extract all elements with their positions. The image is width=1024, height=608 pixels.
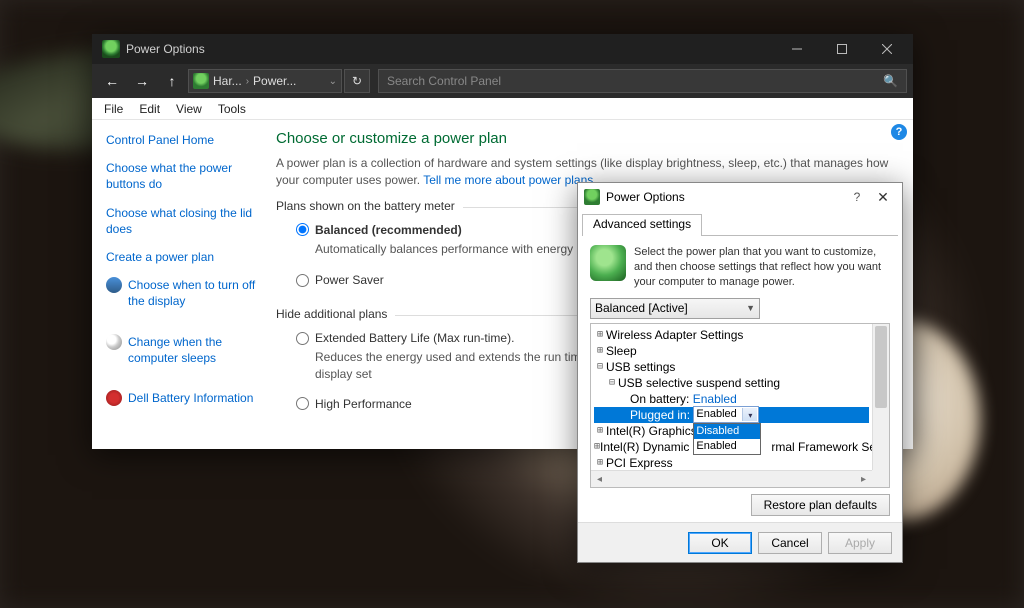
plan-radio-extended[interactable] xyxy=(296,332,309,345)
hide-additional-label[interactable]: Hide additional plans xyxy=(276,307,395,321)
cancel-button[interactable]: Cancel xyxy=(758,532,822,554)
on-battery-value[interactable]: Enabled xyxy=(693,392,737,406)
plan-select-value: Balanced [Active] xyxy=(595,301,688,315)
chevron-right-icon: › xyxy=(246,76,249,87)
dialog-tabs: Advanced settings xyxy=(578,211,902,235)
expand-icon[interactable]: ⊞ xyxy=(594,329,606,340)
search-field[interactable]: Search Control Panel 🔍 xyxy=(378,69,907,93)
menu-bar: File Edit View Tools xyxy=(92,98,913,120)
advanced-settings-dialog: Power Options ? ✕ Advanced settings Sele… xyxy=(577,182,903,563)
sidebar-link[interactable]: Create a power plan xyxy=(106,249,264,265)
scroll-left-icon[interactable]: ◂ xyxy=(591,471,608,488)
tree-item-usb[interactable]: USB settings xyxy=(606,360,675,374)
plan-name: Extended Battery Life (Max run-time). xyxy=(315,331,514,345)
restore-defaults-button[interactable]: Restore plan defaults xyxy=(751,494,890,516)
plan-radio-high-perf[interactable] xyxy=(296,397,309,410)
combo-option-disabled[interactable]: Disabled xyxy=(694,424,760,439)
dialog-button-row: OK Cancel Apply xyxy=(578,522,902,562)
plan-name: Balanced (recommended) xyxy=(315,223,462,237)
expand-icon[interactable]: ⊞ xyxy=(594,345,606,356)
combobox-dropdown: Disabled Enabled xyxy=(693,423,761,455)
nav-toolbar: ← → ↑ Har... › Power... ⌄ ↻ Search Contr… xyxy=(92,64,913,98)
dialog-intro: Select the power plan that you want to c… xyxy=(634,245,890,290)
collapse-icon[interactable]: ⊟ xyxy=(606,377,618,388)
plan-radio-balanced[interactable] xyxy=(296,223,309,236)
collapse-icon[interactable]: ⊟ xyxy=(594,361,606,372)
tree-item-usb-suspend[interactable]: USB selective suspend setting xyxy=(618,376,780,390)
refresh-button[interactable]: ↻ xyxy=(344,69,370,93)
breadcrumb-seg[interactable]: Power... xyxy=(253,74,296,88)
tree-item-wireless[interactable]: Wireless Adapter Settings xyxy=(606,328,743,342)
menu-edit[interactable]: Edit xyxy=(131,100,168,118)
titlebar[interactable]: Power Options xyxy=(92,34,913,64)
page-heading: Choose or customize a power plan xyxy=(276,130,893,147)
plans-group-label: Plans shown on the battery meter xyxy=(276,199,463,213)
tree-item-sleep[interactable]: Sleep xyxy=(606,344,637,358)
tree-item-pci-express[interactable]: PCI Express xyxy=(606,456,673,470)
plugged-in-value: Enabled xyxy=(696,408,736,420)
scroll-corner xyxy=(872,470,889,487)
on-battery-label: On battery: xyxy=(630,392,689,406)
learn-more-link[interactable]: Tell me more about power plans xyxy=(423,173,593,187)
plan-radio-power-saver[interactable] xyxy=(296,274,309,287)
power-options-icon xyxy=(584,189,600,205)
search-placeholder: Search Control Panel xyxy=(387,74,501,88)
sidebar-link-dell-battery[interactable]: Dell Battery Information xyxy=(128,390,253,406)
dialog-titlebar[interactable]: Power Options ? ✕ xyxy=(578,183,902,211)
maximize-button[interactable] xyxy=(819,34,864,64)
back-button[interactable]: ← xyxy=(98,73,126,89)
battery-icon xyxy=(590,245,626,281)
tab-advanced-settings[interactable]: Advanced settings xyxy=(582,214,702,236)
dialog-body: Select the power plan that you want to c… xyxy=(578,237,902,522)
expand-icon[interactable]: ⊞ xyxy=(594,425,606,436)
dialog-title: Power Options xyxy=(606,190,685,204)
search-icon: 🔍 xyxy=(883,74,898,88)
horizontal-scrollbar[interactable]: ◂▸ xyxy=(591,470,872,487)
help-icon[interactable]: ? xyxy=(891,124,907,140)
power-options-icon xyxy=(102,40,120,58)
monitor-icon xyxy=(106,277,122,293)
plugged-in-combobox[interactable]: Enabled Disabled Enabled xyxy=(693,406,759,423)
close-button[interactable] xyxy=(864,34,909,64)
settings-tree[interactable]: ⊞Wireless Adapter Settings ⊞Sleep ⊟USB s… xyxy=(590,323,890,488)
sidebar-link[interactable]: Choose what the power buttons do xyxy=(106,160,264,192)
menu-view[interactable]: View xyxy=(168,100,210,118)
combo-option-enabled[interactable]: Enabled xyxy=(694,439,760,454)
sidebar-link[interactable]: Choose what closing the lid does xyxy=(106,205,264,237)
expand-icon[interactable]: ⊞ xyxy=(594,457,606,468)
sidebar: Control Panel Home Choose what the power… xyxy=(92,120,264,449)
plan-select-dropdown[interactable]: Balanced [Active] ▼ xyxy=(590,298,760,319)
breadcrumb-seg[interactable]: Har... xyxy=(213,74,242,88)
chevron-down-icon[interactable] xyxy=(742,408,757,421)
minimize-button[interactable] xyxy=(774,34,819,64)
address-bar[interactable]: Har... › Power... ⌄ xyxy=(188,69,342,93)
apply-button[interactable]: Apply xyxy=(828,532,892,554)
chevron-down-icon: ▼ xyxy=(746,303,755,313)
control-panel-icon xyxy=(193,73,209,89)
plan-name: Power Saver xyxy=(315,273,384,287)
up-button[interactable]: ↑ xyxy=(158,73,186,89)
plugged-in-label: Plugged in: xyxy=(630,408,690,422)
vertical-scrollbar[interactable] xyxy=(872,324,889,470)
help-button[interactable]: ? xyxy=(844,190,870,204)
close-button[interactable]: ✕ xyxy=(870,189,896,206)
ok-button[interactable]: OK xyxy=(688,532,752,554)
sidebar-link-display-off[interactable]: Choose when to turn off the display xyxy=(128,277,264,309)
moon-icon xyxy=(106,334,122,350)
dell-icon xyxy=(106,390,122,406)
forward-button[interactable]: → xyxy=(128,73,156,89)
chevron-down-icon[interactable]: ⌄ xyxy=(329,76,337,87)
plan-name: High Performance xyxy=(315,397,412,411)
control-panel-home-link[interactable]: Control Panel Home xyxy=(106,132,264,148)
scroll-right-icon[interactable]: ▸ xyxy=(855,471,872,488)
menu-file[interactable]: File xyxy=(96,100,131,118)
sidebar-link-sleep[interactable]: Change when the computer sleeps xyxy=(128,334,264,366)
menu-tools[interactable]: Tools xyxy=(210,100,254,118)
scrollbar-thumb[interactable] xyxy=(875,326,887,408)
window-title: Power Options xyxy=(126,42,205,56)
